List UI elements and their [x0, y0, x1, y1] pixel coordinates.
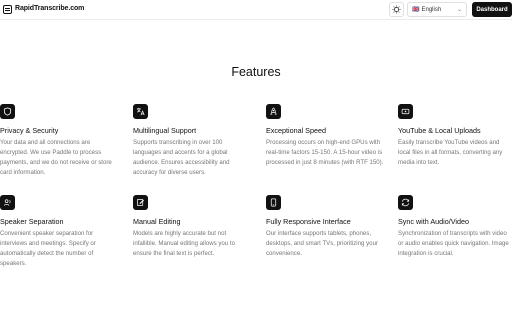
- feature-title: Fully Responsive Interface: [266, 217, 351, 226]
- feature-card: Multilingual Support Supports transcribi…: [133, 104, 251, 178]
- rocket-icon: [266, 104, 281, 119]
- page-title: Features: [231, 65, 281, 79]
- feature-card: Sync with Audio/Video Synchronization of…: [398, 195, 512, 259]
- feature-card: Privacy & Security Your data and all con…: [0, 104, 118, 178]
- flag-icon: 🇬🇧: [412, 7, 420, 13]
- feature-title: YouTube & Local Uploads: [398, 126, 481, 135]
- theme-toggle-button[interactable]: [389, 2, 404, 17]
- language-select[interactable]: 🇬🇧 English ⌄: [407, 2, 467, 17]
- sync-icon: [398, 195, 413, 210]
- feature-card: Speaker Separation Convenient speaker se…: [0, 195, 118, 269]
- feature-description: Convenient speaker separation for interv…: [0, 230, 96, 267]
- chevron-down-icon: ⌄: [456, 7, 462, 13]
- theme-toggle-icon: [392, 5, 401, 14]
- feature-title: Manual Editing: [133, 217, 181, 226]
- feature-title: Exceptional Speed: [266, 126, 326, 135]
- logo-icon[interactable]: [3, 5, 12, 14]
- feature-description: Models are highly accurate but not infal…: [133, 230, 235, 257]
- feature-title: Sync with Audio/Video: [398, 217, 469, 226]
- feature-card: Exceptional Speed Processing occurs on h…: [266, 104, 384, 168]
- feature-card: Manual Editing Models are highly accurat…: [133, 195, 251, 259]
- edit-icon: [133, 195, 148, 210]
- feature-description: Supports transcribing in over 100 langua…: [133, 139, 230, 176]
- shield-icon: [0, 104, 15, 119]
- speaker-icon: [0, 195, 15, 210]
- devices-icon: [266, 195, 281, 210]
- feature-title: Multilingual Support: [133, 126, 197, 135]
- language-label: English: [421, 6, 442, 13]
- feature-description: Your data and all connections are encryp…: [0, 139, 112, 176]
- feature-card: Fully Responsive Interface Our interface…: [266, 195, 384, 259]
- top-nav: RapidTranscribe.com 🇬🇧 English ⌄ Dashboa…: [0, 0, 512, 20]
- brand-name[interactable]: RapidTranscribe.com: [15, 5, 84, 12]
- feature-description: Processing occurs on high-end GPUs with …: [266, 139, 384, 166]
- feature-card: YouTube & Local Uploads Easily transcrib…: [398, 104, 512, 168]
- translate-icon: [133, 104, 148, 119]
- feature-title: Speaker Separation: [0, 217, 64, 226]
- feature-description: Easily transcribe YouTube videos and loc…: [398, 139, 503, 166]
- dashboard-button[interactable]: Dashboard: [472, 2, 512, 17]
- youtube-icon: [398, 104, 413, 119]
- feature-description: Synchronization of transcripts with vide…: [398, 230, 509, 257]
- feature-title: Privacy & Security: [0, 126, 59, 135]
- feature-description: Our interface supports tablets, phones, …: [266, 230, 378, 257]
